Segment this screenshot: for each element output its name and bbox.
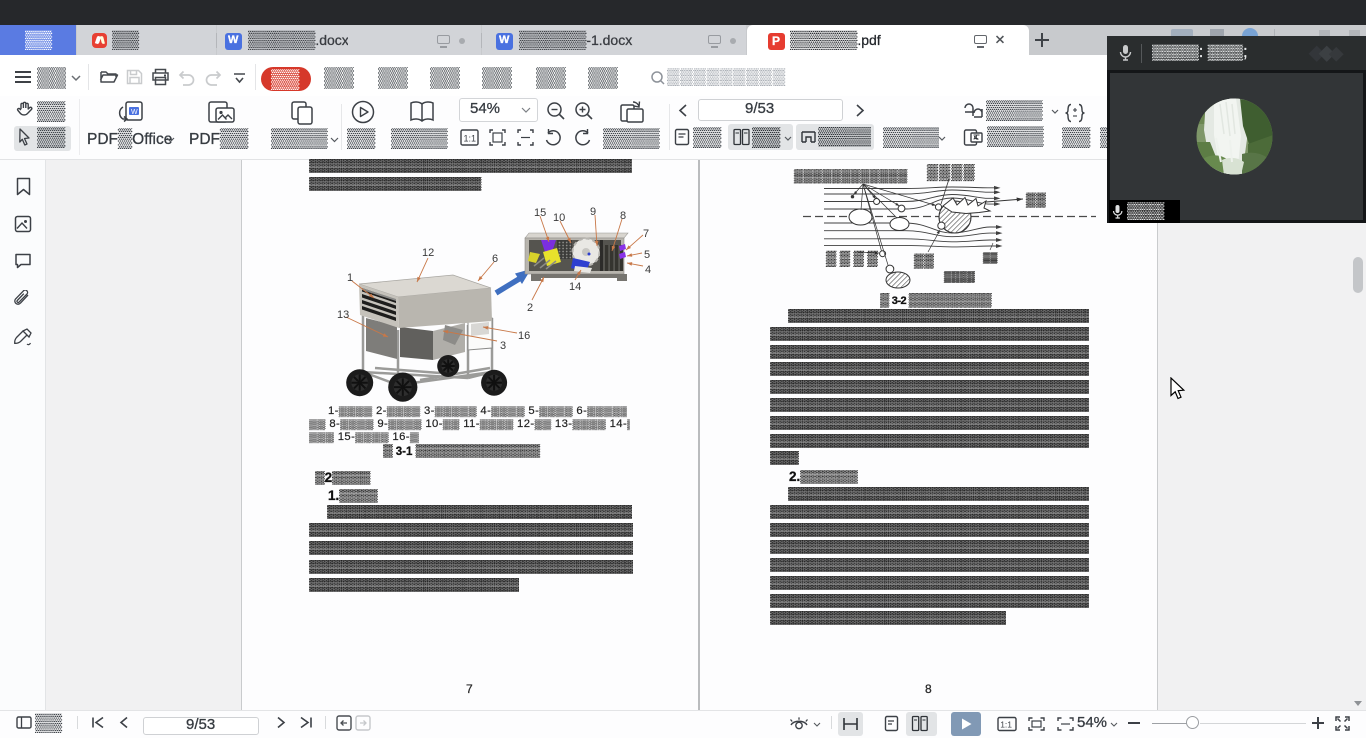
svg-text:4: 4 [645,264,651,276]
svg-text:6: 6 [492,253,498,265]
svg-text:▒▒▒▒▒▒▒▒▒▒▒▒: ▒▒▒▒▒▒▒▒▒▒▒▒ [794,168,908,184]
svg-text:8: 8 [620,210,626,222]
svg-text:3: 3 [500,340,506,352]
svg-text:16: 16 [518,330,530,342]
svg-text:▒▒: ▒▒ [914,253,934,269]
svg-text:15: 15 [534,207,546,219]
svg-text:5: 5 [644,249,650,261]
svg-text:1:1: 1:1 [1000,720,1012,730]
svg-text:▒▒▒▒: ▒▒▒▒ [826,250,881,267]
svg-text:▒▒: ▒▒ [1026,192,1046,208]
svg-text:10: 10 [553,212,565,224]
svg-text:14: 14 [569,281,581,293]
svg-text:1:1: 1:1 [464,134,477,144]
svg-text:▒▒▒▒: ▒▒▒▒ [927,163,976,181]
svg-text:2: 2 [527,302,533,314]
svg-text:13: 13 [337,309,349,321]
svg-text:▒▒: ▒▒ [983,252,998,264]
svg-text:7: 7 [643,228,649,240]
svg-text:9: 9 [590,206,596,218]
svg-text:W: W [131,109,138,116]
svg-text:12: 12 [422,247,434,259]
svg-text:1: 1 [347,272,353,284]
svg-text:▒▒▒▒: ▒▒▒▒ [944,271,975,283]
